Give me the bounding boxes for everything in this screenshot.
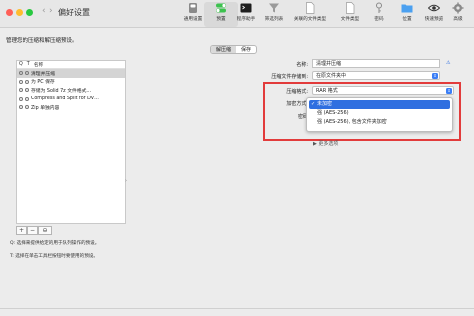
- column-q-header[interactable]: Q: [19, 62, 23, 67]
- info-icon[interactable]: ⚠: [446, 60, 450, 66]
- document-icon: [344, 2, 356, 14]
- help-text-t: T: 选择在单击工具栏按钮时要使用的预设。: [10, 254, 98, 259]
- name-field[interactable]: 清理并压缩: [312, 59, 440, 68]
- folder-icon: [401, 2, 413, 14]
- column-name-header[interactable]: 名称: [34, 61, 44, 68]
- more-options-disclosure[interactable]: ▶ 更多选项: [313, 140, 338, 147]
- terminal-icon: [240, 2, 252, 14]
- eye-icon: [427, 2, 441, 14]
- gear-icon: [452, 2, 464, 14]
- funnel-icon: [268, 2, 280, 14]
- list-item[interactable]: 为 PC 保存: [17, 78, 125, 87]
- tab-decompress[interactable]: 解压缩: [211, 46, 237, 53]
- splitter-handle-icon[interactable]: ›: [125, 178, 127, 184]
- help-text-q: Q: 选择来提供给定的用于队列操作的预设。: [10, 241, 100, 246]
- preferences-window: ‹ › 偏好设置 通用设置 预置 程序助手 筛选列表 关联的文件类型 文件类型 …: [0, 0, 474, 316]
- destination-select[interactable]: 在原文件夹中 ⇕: [312, 71, 440, 80]
- t-radio-icon[interactable]: [25, 105, 29, 110]
- q-radio-icon[interactable]: [19, 88, 23, 93]
- tab-save[interactable]: 保存: [236, 46, 256, 53]
- destination-label: 压缩文件存储到:: [271, 74, 308, 80]
- toolbar-filter[interactable]: 筛选列表: [257, 2, 291, 27]
- window-bottom-edge: [0, 308, 474, 316]
- minimize-window-button[interactable]: [16, 9, 23, 16]
- list-item[interactable]: Zip 单独内容: [17, 103, 125, 112]
- toolbar-advanced[interactable]: 高级: [444, 2, 472, 27]
- toggle-icon: [215, 2, 227, 14]
- close-window-button[interactable]: [6, 9, 13, 16]
- switch-icon: [187, 2, 199, 14]
- column-t-header[interactable]: T: [27, 62, 30, 67]
- q-radio-icon[interactable]: [19, 71, 23, 76]
- q-radio-icon[interactable]: [19, 79, 23, 84]
- back-arrow-icon[interactable]: ‹: [42, 6, 46, 16]
- q-radio-icon[interactable]: [19, 96, 23, 101]
- t-radio-icon[interactable]: [25, 71, 29, 76]
- zoom-window-button[interactable]: [26, 9, 33, 16]
- toolbar: ‹ › 偏好设置 通用设置 预置 程序助手 筛选列表 关联的文件类型 文件类型 …: [0, 0, 474, 28]
- preset-list: Q T 名称 清理并压缩 为 PC 保存 存储为 Solid 7z 文件格式… …: [16, 60, 126, 224]
- list-button-group: + − ⊖: [16, 226, 52, 235]
- tab-bar: 解压缩 保存: [210, 45, 258, 54]
- add-preset-button[interactable]: +: [16, 226, 27, 235]
- list-item[interactable]: 存储为 Solid 7z 文件格式…: [17, 86, 125, 95]
- toolbar-associated-types[interactable]: 关联的文件类型: [288, 2, 332, 27]
- list-item[interactable]: Compress and Split for DV…: [17, 95, 125, 104]
- document-icon: [304, 2, 316, 14]
- forward-arrow-icon[interactable]: ›: [49, 6, 53, 16]
- t-radio-icon[interactable]: [25, 96, 29, 101]
- list-header: Q T 名称: [17, 61, 125, 69]
- window-title: 偏好设置: [58, 8, 90, 17]
- more-actions-button[interactable]: ⊖: [38, 226, 52, 235]
- name-label: 名称:: [296, 62, 308, 68]
- t-radio-icon[interactable]: [25, 79, 29, 84]
- t-radio-icon[interactable]: [25, 88, 29, 93]
- remove-preset-button[interactable]: −: [27, 226, 38, 235]
- key-icon: [373, 2, 385, 14]
- list-item[interactable]: 清理并压缩: [17, 69, 125, 78]
- q-radio-icon[interactable]: [19, 105, 23, 110]
- chevron-updown-icon: ⇕: [432, 73, 438, 79]
- page-description: 管理您的压缩和解压缩预设。: [6, 38, 78, 44]
- highlight-annotation: [263, 82, 461, 141]
